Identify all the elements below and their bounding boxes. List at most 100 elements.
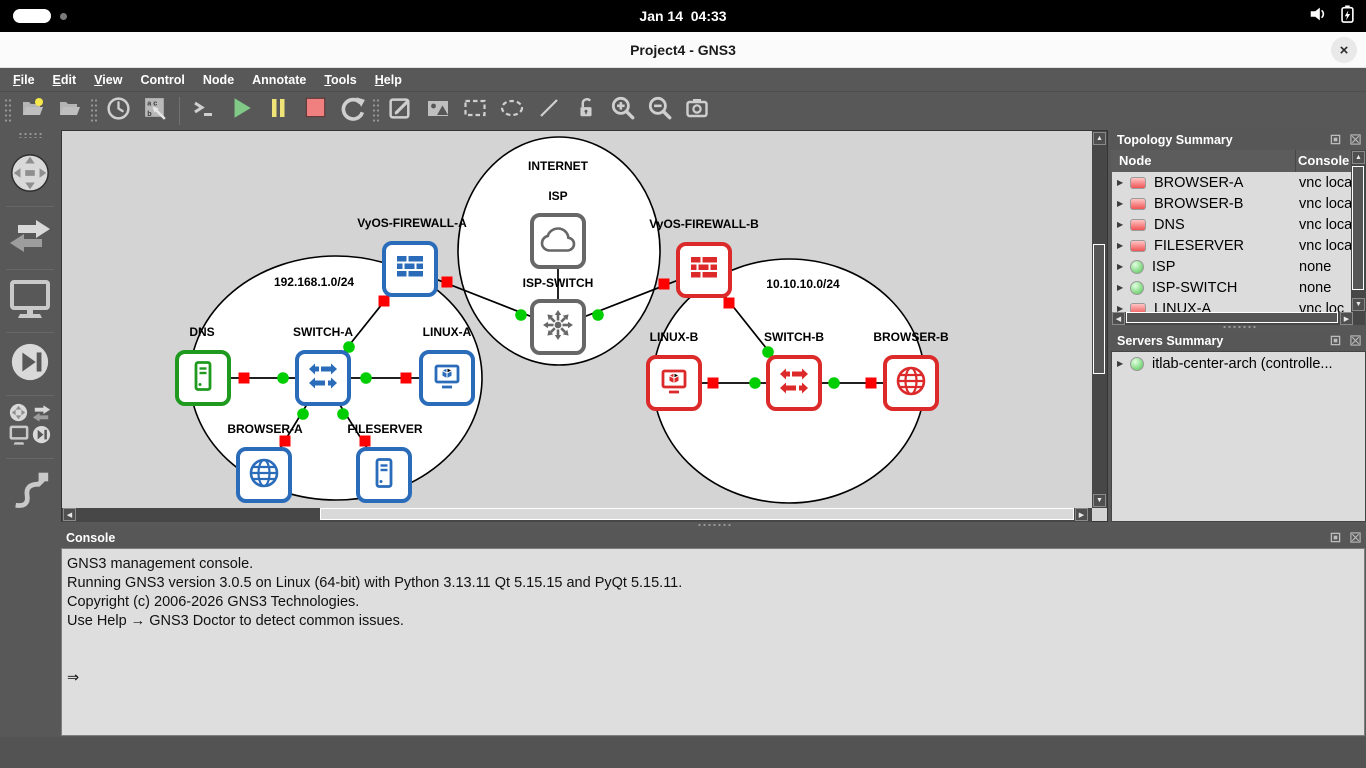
expand-arrow-icon[interactable]: ▶ [1117, 262, 1130, 271]
float-panel-icon[interactable] [1328, 530, 1342, 544]
expand-arrow-icon[interactable]: ▶ [1117, 178, 1130, 187]
menu-node[interactable]: Node [194, 71, 243, 89]
node-browser-a[interactable] [236, 447, 292, 503]
menu-control[interactable]: Control [131, 71, 193, 89]
expand-arrow-icon[interactable]: ▶ [1117, 220, 1130, 229]
horizontal-scroll-thumb[interactable] [320, 508, 1074, 520]
draw-line-button[interactable] [530, 95, 567, 127]
port-active-marker [515, 309, 527, 321]
scroll-left-arrow[interactable]: ◀ [1112, 312, 1125, 325]
linux-icon [429, 358, 465, 399]
add-note-button[interactable] [382, 95, 419, 127]
topology-row-fileserver[interactable]: ▶FILESERVERvnc loca [1112, 235, 1365, 256]
interface-labels-button[interactable]: a cb [137, 95, 174, 127]
menu-edit[interactable]: Edit [44, 71, 86, 89]
browse-security-devices-button[interactable] [0, 333, 60, 395]
open-folder-button[interactable] [51, 95, 88, 127]
toolbar-grip [90, 98, 98, 124]
topology-row-isp[interactable]: ▶ISPnone [1112, 256, 1365, 277]
canvas-horizontal-scrollbar[interactable]: ◀ ▶ [62, 508, 1092, 522]
screenshot-button[interactable] [678, 95, 715, 127]
console-to-all-button[interactable] [185, 95, 222, 127]
zoom-out-button[interactable] [641, 95, 678, 127]
menu-view[interactable]: View [85, 71, 131, 89]
topology-horizontal-scrollbar[interactable]: ◀ ▶ [1112, 312, 1365, 325]
close-panel-icon[interactable] [1348, 530, 1362, 544]
open-project-button[interactable] [14, 95, 51, 127]
expand-arrow-icon[interactable]: ▶ [1117, 283, 1130, 292]
browse-switches-button[interactable] [0, 207, 60, 269]
scroll-right-arrow[interactable]: ▶ [1340, 312, 1353, 325]
node-vyos-firewall-b[interactable] [676, 242, 732, 298]
draw-rectangle-button[interactable] [456, 95, 493, 127]
start-all-button[interactable] [222, 95, 259, 127]
menu-file[interactable]: File [4, 71, 44, 89]
scroll-up-arrow[interactable]: ▲ [1352, 151, 1365, 164]
canvas-scene[interactable]: ISPISP-SWITCHVyOS-FIREWALL-AVyOS-FIREWAL… [62, 131, 1090, 507]
node-label-isp-switch: ISP-SWITCH [523, 276, 594, 290]
browse-all-devices-button[interactable] [0, 396, 60, 458]
topology-row-isp-switch[interactable]: ▶ISP-SWITCHnone [1112, 277, 1365, 298]
dock-splitter-handle[interactable] [1222, 325, 1256, 329]
stop-all-button[interactable] [296, 95, 333, 127]
insert-picture-button[interactable] [419, 95, 456, 127]
node-isp[interactable] [530, 213, 586, 269]
float-panel-icon[interactable] [1328, 132, 1342, 146]
zoom-in-button[interactable] [604, 95, 641, 127]
volume-icon[interactable] [1308, 4, 1328, 29]
node-fileserver[interactable] [356, 447, 412, 503]
topology-summary-header[interactable]: Topology Summary [1111, 129, 1366, 150]
port-stopped-marker [401, 373, 412, 384]
servers-summary-header[interactable]: Servers Summary [1111, 330, 1366, 351]
node-linux-a[interactable] [419, 350, 475, 406]
console-value: vnc loca [1299, 217, 1352, 233]
browse-add-link-button[interactable] [0, 459, 60, 521]
snapshot-clock-button[interactable] [100, 95, 137, 127]
window-close-button[interactable]: × [1331, 37, 1357, 63]
port-stopped-marker [659, 279, 670, 290]
scroll-down-arrow[interactable]: ▼ [1093, 494, 1106, 507]
vertical-scroll-thumb[interactable] [1352, 166, 1364, 290]
close-panel-icon[interactable] [1348, 132, 1362, 146]
scroll-up-arrow[interactable]: ▲ [1093, 132, 1106, 145]
menu-annotate[interactable]: Annotate [243, 71, 315, 89]
console-header[interactable]: Console [60, 527, 1366, 548]
node-isp-switch[interactable] [530, 299, 586, 355]
vertical-scroll-thumb[interactable] [1093, 244, 1105, 374]
menu-tools[interactable]: Tools [315, 71, 365, 89]
node-dns[interactable] [175, 350, 231, 406]
draw-ellipse-button[interactable] [493, 95, 530, 127]
topology-canvas[interactable]: ISPISP-SWITCHVyOS-FIREWALL-AVyOS-FIREWAL… [61, 130, 1108, 522]
menu-help[interactable]: Help [366, 71, 411, 89]
scroll-down-arrow[interactable]: ▼ [1352, 298, 1365, 311]
canvas-vertical-scrollbar[interactable]: ▲ ▼ [1092, 131, 1107, 508]
battery-icon[interactable] [1338, 4, 1356, 29]
browse-routers-button[interactable] [0, 144, 60, 206]
expand-arrow-icon[interactable]: ▶ [1117, 359, 1130, 368]
topology-row-browser-b[interactable]: ▶BROWSER-Bvnc loca [1112, 193, 1365, 214]
expand-arrow-icon[interactable]: ▶ [1117, 304, 1130, 312]
float-panel-icon[interactable] [1328, 333, 1342, 347]
scroll-right-arrow[interactable]: ▶ [1075, 508, 1088, 521]
suspend-all-button[interactable] [259, 95, 296, 127]
close-panel-icon[interactable] [1348, 333, 1362, 347]
browse-end-devices-button[interactable] [0, 270, 60, 332]
node-browser-b[interactable] [883, 355, 939, 411]
node-linux-b[interactable] [646, 355, 702, 411]
console-output[interactable]: GNS3 management console. Running GNS3 ve… [61, 548, 1365, 736]
scroll-left-arrow[interactable]: ◀ [63, 508, 76, 521]
node-switch-a[interactable] [295, 350, 351, 406]
topology-row-browser-a[interactable]: ▶BROWSER-Avnc loca [1112, 172, 1365, 193]
topology-vertical-scrollbar[interactable]: ▲ ▼ [1351, 150, 1366, 312]
lock-items-button[interactable] [567, 95, 604, 127]
topology-row-dns[interactable]: ▶DNSvnc loca [1112, 214, 1365, 235]
horizontal-scroll-thumb[interactable] [1126, 312, 1338, 323]
server-row[interactable]: ▶itlab-center-arch (controlle... [1112, 352, 1365, 375]
node-switch-b[interactable] [766, 355, 822, 411]
annotation-label: INTERNET [528, 159, 588, 173]
reload-all-button[interactable] [333, 95, 370, 127]
expand-arrow-icon[interactable]: ▶ [1117, 199, 1130, 208]
topology-row-linux-a[interactable]: ▶LINUX-Avnc loc [1112, 298, 1365, 312]
expand-arrow-icon[interactable]: ▶ [1117, 241, 1130, 250]
node-vyos-firewall-a[interactable] [382, 241, 438, 297]
